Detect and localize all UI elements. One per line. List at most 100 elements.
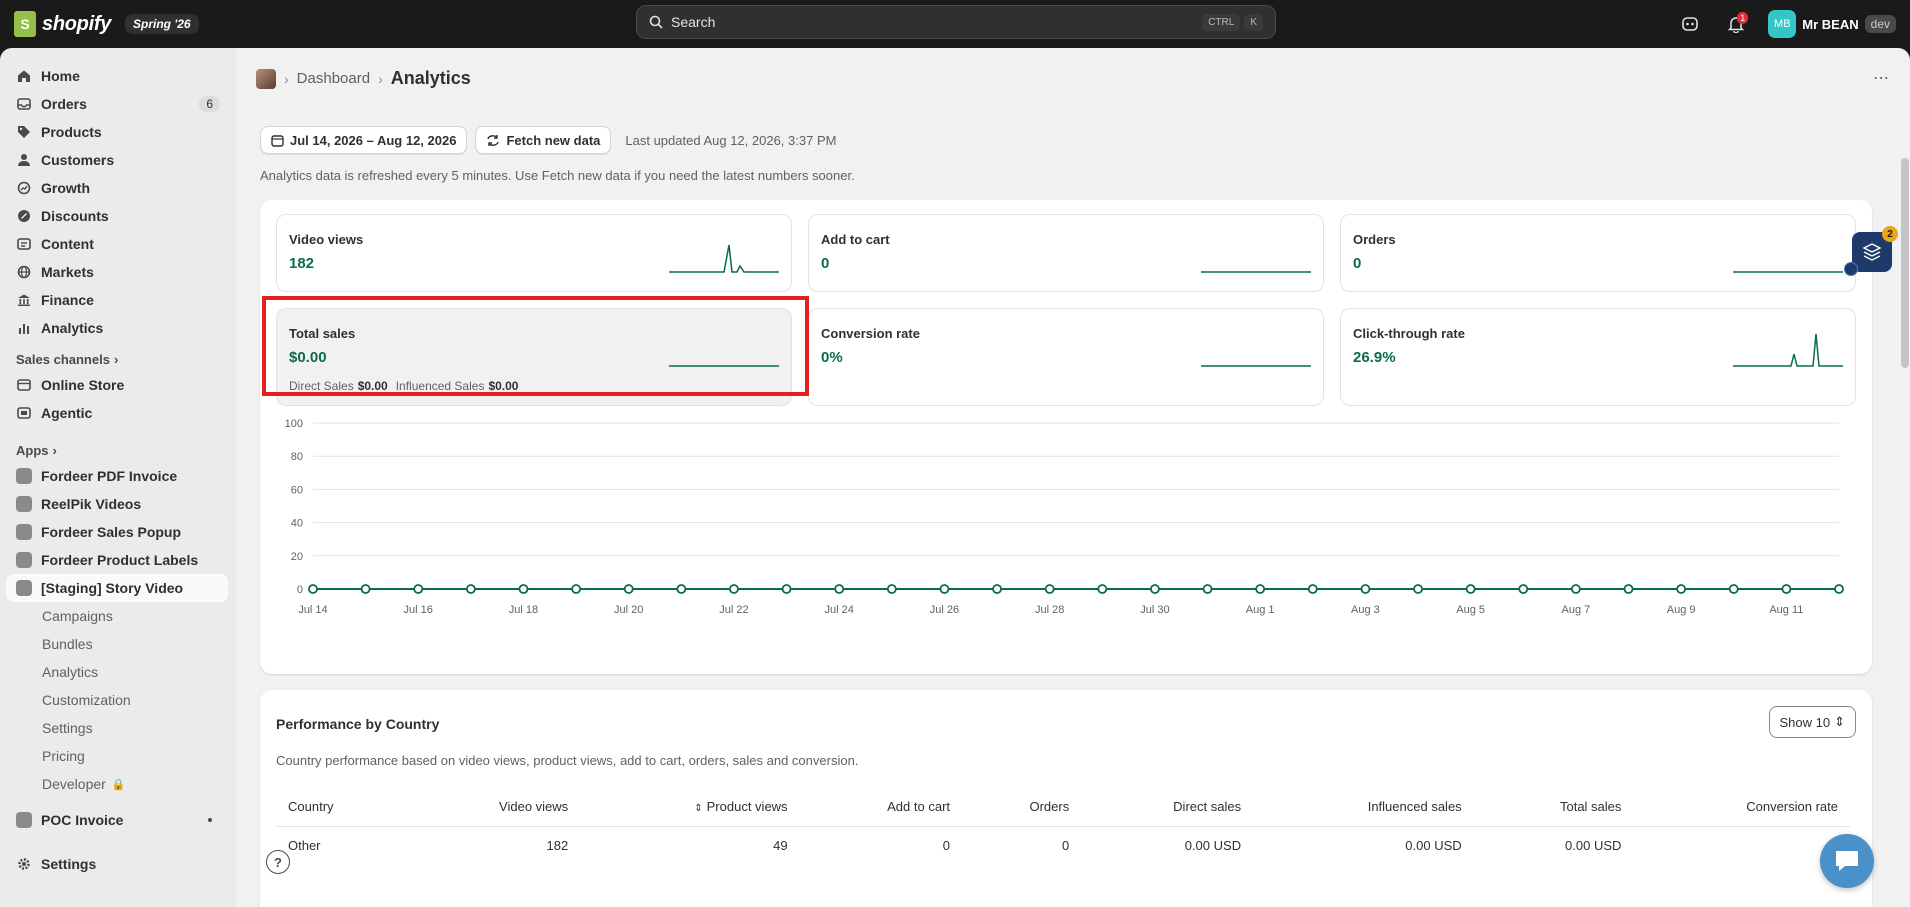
sidebar-item-fordeer-product-labels[interactable]: Fordeer Product Labels — [0, 546, 228, 574]
sidebar-item-settings[interactable]: Settings — [0, 850, 228, 878]
breadcrumb-separator: › — [378, 70, 383, 87]
data-point[interactable] — [1570, 584, 1581, 594]
sidebar-item-staging-story-video[interactable]: [Staging] Story Video — [6, 574, 228, 602]
data-point[interactable] — [1518, 584, 1529, 594]
inbox-icon — [16, 96, 32, 112]
column-header[interactable]: Total sales — [1473, 788, 1634, 827]
data-point[interactable] — [781, 584, 792, 594]
sidebar-item-discounts[interactable]: Discounts — [0, 202, 228, 230]
sidebar-subitem-analytics[interactable]: Analytics — [0, 658, 236, 686]
sidebar-item-reelpik-videos[interactable]: ReelPik Videos — [0, 490, 228, 518]
more-actions-button[interactable]: ⋯ — [1873, 68, 1890, 88]
table-cell: 0 — [1061, 837, 1070, 853]
column-header[interactable]: Video views — [406, 788, 581, 827]
page-scrollbar[interactable] — [1900, 108, 1910, 907]
chevron-right-icon: › — [113, 352, 119, 367]
data-point[interactable] — [1044, 584, 1055, 594]
data-point[interactable] — [1150, 584, 1160, 594]
user-menu[interactable]: MB Mr BEAN dev — [1768, 10, 1896, 38]
data-point[interactable] — [518, 584, 529, 594]
bar-chart-icon — [16, 320, 32, 336]
refresh-icon — [487, 134, 500, 146]
sidebar-item-markets[interactable]: Markets — [0, 258, 228, 286]
column-header[interactable]: Country — [276, 788, 407, 827]
data-point[interactable] — [729, 584, 739, 594]
data-point[interactable] — [413, 584, 424, 594]
data-point[interactable] — [676, 584, 687, 594]
sales-channels-heading[interactable]: Sales channels › — [0, 342, 236, 371]
search-bar[interactable]: Search CTRL K — [636, 5, 1276, 39]
data-point[interactable] — [1307, 584, 1318, 594]
search-placeholder: Search — [671, 14, 716, 30]
column-header-sorted[interactable]: ⇕ Product views — [580, 788, 800, 827]
data-point[interactable] — [308, 584, 318, 594]
globe-icon — [16, 264, 32, 280]
sidebar-item-orders[interactable]: Orders 6 — [0, 90, 228, 118]
show-count-select[interactable]: Show 10 ⇕ — [1768, 706, 1856, 738]
help-button[interactable]: ? — [266, 850, 290, 874]
sidebar-subitem-settings[interactable]: Settings — [0, 714, 236, 742]
sidekick-button[interactable] — [1676, 10, 1704, 38]
sidebar-item-home[interactable]: Home — [0, 62, 228, 90]
data-point[interactable] — [939, 584, 950, 594]
data-point[interactable] — [571, 584, 582, 594]
performance-description: Country performance based on video views… — [276, 753, 859, 768]
sidebar-item-online-store[interactable]: Online Store — [0, 371, 228, 399]
sidebar-item-label: Orders — [41, 96, 87, 112]
data-point[interactable] — [1255, 584, 1266, 594]
x-tick-label: Aug 1 — [1246, 604, 1275, 616]
column-header[interactable]: Add to cart — [799, 788, 963, 827]
data-point[interactable] — [992, 584, 1002, 594]
scrollbar-thumb[interactable] — [1901, 158, 1909, 368]
app-icon — [16, 552, 32, 568]
sidebar-item-finance[interactable]: Finance — [0, 286, 228, 314]
data-point[interactable] — [834, 584, 845, 594]
data-point[interactable] — [1413, 584, 1423, 594]
data-point[interactable] — [1834, 584, 1844, 594]
chat-button[interactable] — [1820, 834, 1874, 888]
column-header[interactable]: Influenced sales — [1253, 788, 1474, 827]
data-point[interactable] — [1360, 584, 1371, 594]
layers-icon — [1862, 243, 1882, 261]
sidebar-subitem-campaigns[interactable]: Campaigns — [0, 602, 236, 630]
shopify-logo[interactable]: S shopify Spring '26 — [14, 11, 199, 37]
data-point[interactable] — [1623, 584, 1634, 594]
data-point[interactable] — [1676, 584, 1687, 594]
data-point[interactable] — [360, 584, 371, 594]
store-icon — [16, 377, 32, 393]
fetch-new-data-button[interactable]: Fetch new data — [475, 126, 612, 154]
sidebar-item-growth[interactable]: Growth — [0, 174, 228, 202]
sidebar-item-content[interactable]: Content — [0, 230, 228, 258]
column-header[interactable]: Direct sales — [1081, 788, 1254, 827]
data-point[interactable] — [1728, 584, 1739, 594]
sidebar-subitem-pricing[interactable]: Pricing — [0, 742, 236, 770]
floating-layers-widget[interactable]: 2 — [1844, 226, 1898, 276]
y-tick-label: 60 — [291, 484, 303, 496]
data-point[interactable] — [1465, 584, 1476, 594]
column-header[interactable]: Conversion rate — [1633, 788, 1850, 827]
sidebar-item-agentic[interactable]: Agentic — [0, 399, 228, 427]
data-point[interactable] — [1097, 584, 1108, 594]
notifications-button[interactable]: 1 — [1722, 10, 1750, 38]
data-point[interactable] — [465, 584, 476, 594]
sidebar-item-poc-invoice[interactable]: POC Invoice — [0, 806, 228, 834]
sidebar-subitem-customization[interactable]: Customization — [0, 686, 236, 714]
sidebar-item-analytics[interactable]: Analytics — [0, 314, 228, 342]
sort-arrows-icon: ⇕ — [1834, 714, 1845, 729]
sidebar-item-fordeer-sales-popup[interactable]: Fordeer Sales Popup — [0, 518, 228, 546]
sidebar-item-customers[interactable]: Customers — [0, 146, 228, 174]
data-point[interactable] — [886, 584, 897, 594]
date-range-button[interactable]: Jul 14, 2026 – Aug 12, 2026 — [260, 126, 468, 154]
apps-heading[interactable]: Apps › — [0, 433, 236, 462]
table-cell: Other — [288, 837, 321, 853]
data-point[interactable] — [1202, 584, 1213, 594]
sidebar-subitem-bundles[interactable]: Bundles — [0, 630, 236, 658]
data-point[interactable] — [623, 584, 634, 594]
table-header-row: Country Video views ⇕ Product views Add t… — [276, 788, 1850, 827]
sidebar-item-products[interactable]: Products — [0, 118, 228, 146]
data-point[interactable] — [1781, 584, 1792, 594]
sidebar-item-fordeer-pdf-invoice[interactable]: Fordeer PDF Invoice — [0, 462, 228, 490]
sidebar-subitem-developer[interactable]: Developer 🔒 — [0, 770, 236, 798]
breadcrumb-dashboard-link[interactable]: Dashboard — [297, 70, 370, 87]
column-header[interactable]: Orders — [962, 788, 1082, 827]
